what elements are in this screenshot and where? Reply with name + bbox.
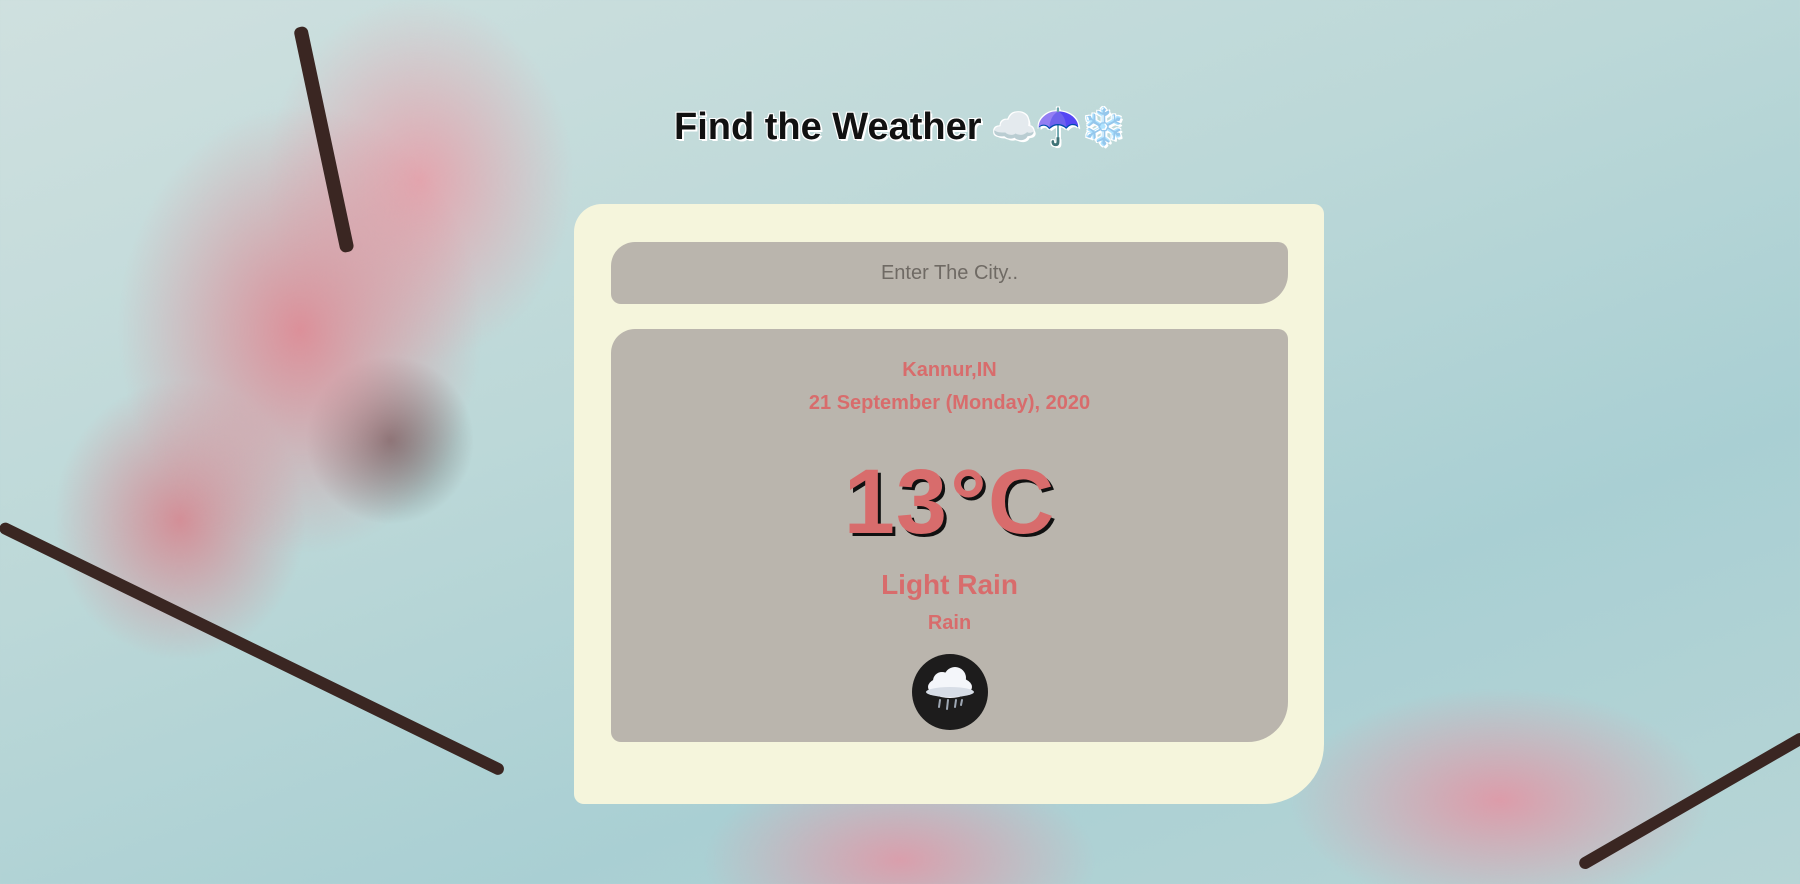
- date-label: 21 September (Monday), 2020: [808, 392, 1091, 414]
- temperature-unit: °C: [950, 451, 1056, 553]
- weather-main: Rain: [927, 612, 972, 634]
- branch-decoration: [0, 520, 506, 777]
- rain-cloud-icon: [912, 654, 988, 730]
- city-search-input[interactable]: [611, 242, 1288, 304]
- weather-description: Light Rain: [881, 569, 1018, 600]
- weather-emoji-icons: ☁️☂️❄️: [991, 106, 1127, 147]
- page-title-text: Find the Weather: [673, 106, 982, 148]
- weather-result-panel: Kannur,IN 21 September (Monday), 2020 13…: [611, 329, 1288, 742]
- temperature-value: 13: [843, 451, 949, 553]
- location-label: Kannur,IN: [902, 359, 997, 381]
- branch-decoration: [1577, 730, 1800, 872]
- temperature-display: 13°C: [611, 452, 1288, 552]
- page-title: Find the Weather ☁️☂️❄️: [0, 106, 1800, 149]
- weather-app-card: Kannur,IN 21 September (Monday), 2020 13…: [574, 204, 1324, 804]
